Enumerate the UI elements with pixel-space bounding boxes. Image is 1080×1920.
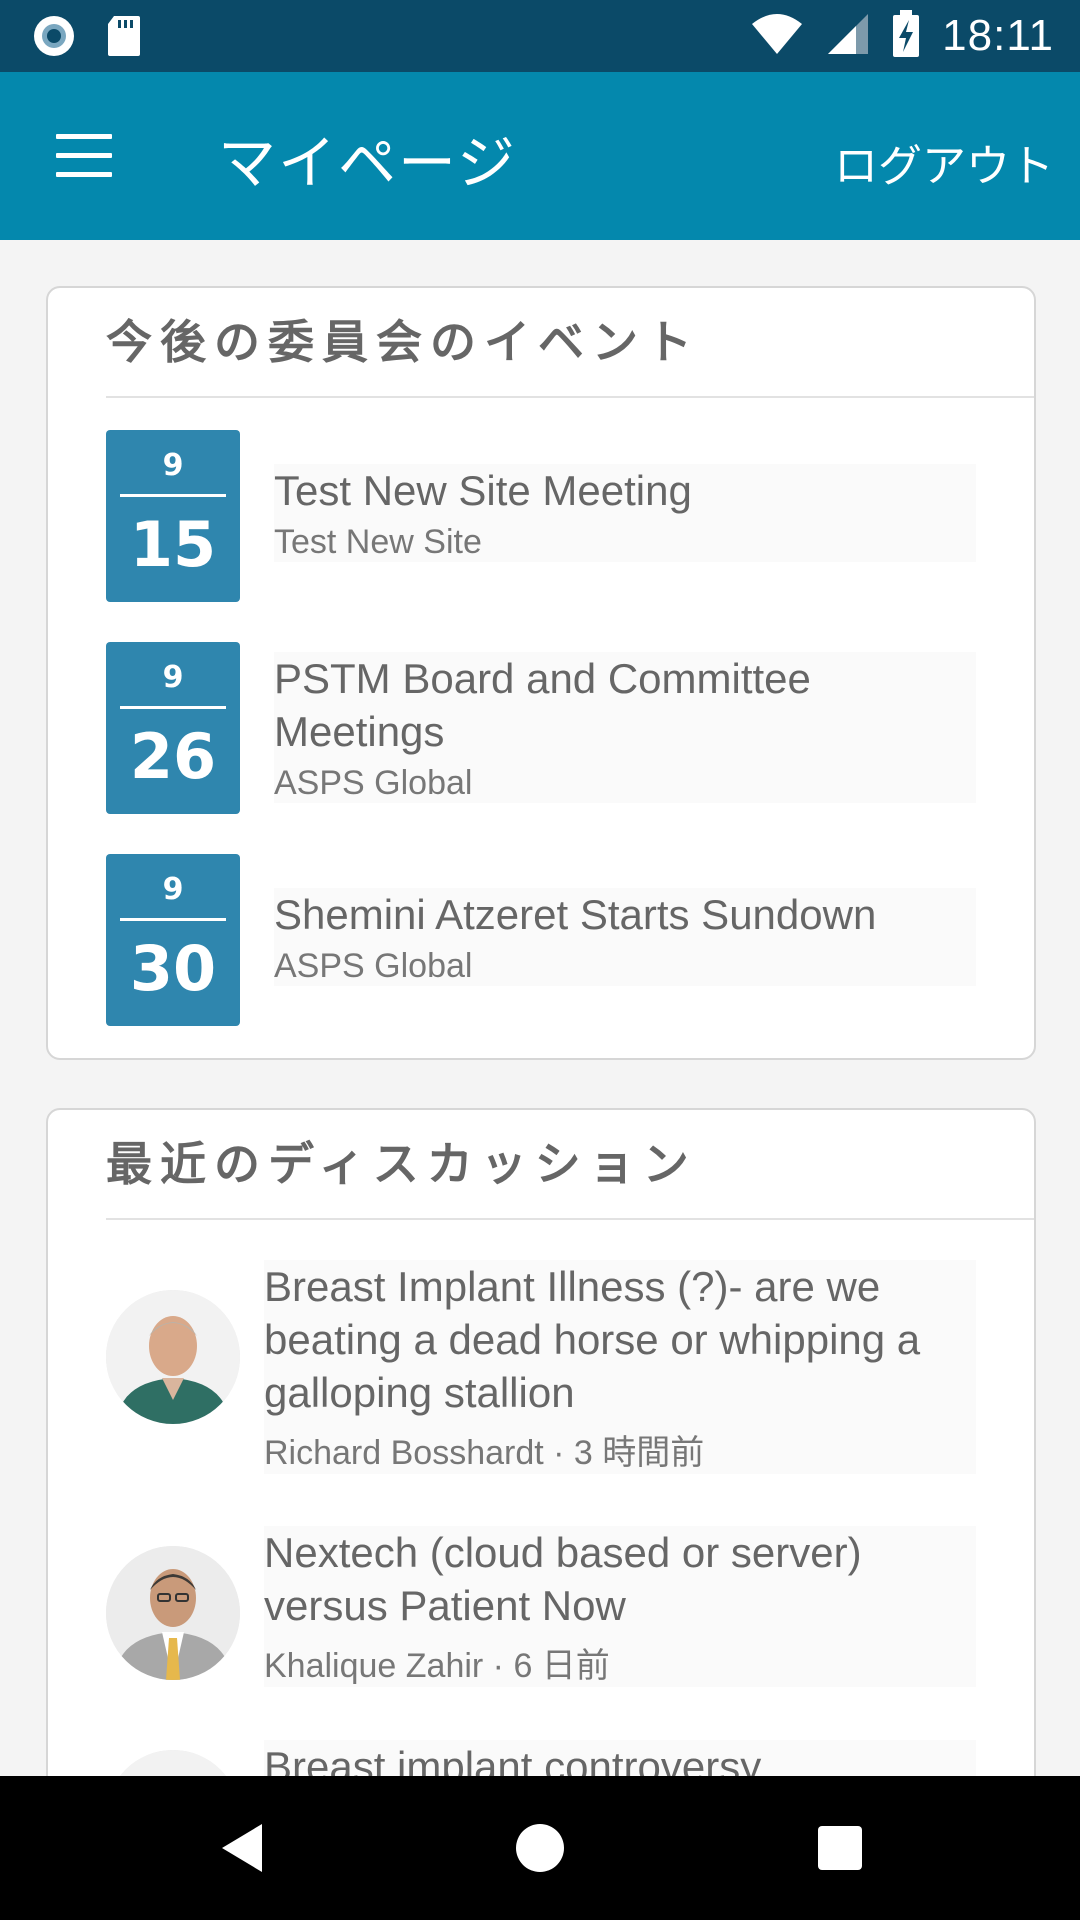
discussion-text: Nextech (cloud based or server) versus P… <box>264 1526 976 1687</box>
date-divider <box>120 494 226 497</box>
avatar <box>106 1750 240 1776</box>
event-title: Test New Site Meeting <box>274 467 692 514</box>
status-bar: 18:11 <box>0 0 1080 72</box>
discussion-title: Breast implant controversy <box>264 1743 762 1776</box>
main-content[interactable]: 今後の委員会のイベント 9 15 Test New Site Meeting T… <box>0 240 1080 1776</box>
avatar <box>106 1546 240 1680</box>
home-icon[interactable] <box>504 1812 576 1884</box>
event-date-box: 9 15 <box>106 430 240 602</box>
hamburger-menu-icon[interactable] <box>56 134 112 178</box>
discussion-item[interactable]: Breast implant controversy <box>106 1740 976 1776</box>
event-item[interactable]: 9 30 Shemini Atzeret Starts Sundown ASPS… <box>106 854 976 1026</box>
event-month: 9 <box>162 872 184 907</box>
event-date-box: 9 26 <box>106 642 240 814</box>
event-text: PSTM Board and Committee Meetings ASPS G… <box>274 652 976 803</box>
events-card: 今後の委員会のイベント 9 15 Test New Site Meeting T… <box>46 286 1036 1060</box>
signal-icon <box>826 12 870 60</box>
discussion-meta: Richard Bosshardt · 3 時間前 <box>264 1434 705 1472</box>
events-card-header: 今後の委員会のイベント <box>106 288 1034 398</box>
date-divider <box>120 918 226 921</box>
back-icon[interactable] <box>206 1812 278 1884</box>
event-item[interactable]: 9 15 Test New Site Meeting Test New Site <box>106 430 976 602</box>
event-title: Shemini Atzeret Starts Sundown <box>274 891 877 938</box>
page-title: マイページ <box>218 129 517 197</box>
event-text: Shemini Atzeret Starts Sundown ASPS Glob… <box>274 888 976 986</box>
discussion-title: Breast Implant Illness (?)- are we beati… <box>264 1263 921 1416</box>
event-month: 9 <box>162 660 184 695</box>
battery-charging-icon <box>892 10 920 62</box>
event-title: PSTM Board and Committee Meetings <box>274 655 811 755</box>
event-month: 9 <box>162 448 184 483</box>
discussion-text: Breast implant controversy <box>264 1740 976 1776</box>
event-day: 30 <box>129 932 217 1005</box>
event-subtitle: Test New Site <box>274 523 482 561</box>
avatar <box>106 1290 240 1424</box>
event-text: Test New Site Meeting Test New Site <box>274 464 976 562</box>
record-icon <box>32 14 76 62</box>
discussion-title: Nextech (cloud based or server) versus P… <box>264 1529 862 1629</box>
event-day: 26 <box>129 720 217 793</box>
wifi-icon <box>750 12 804 60</box>
event-subtitle: ASPS Global <box>274 947 473 985</box>
event-day: 15 <box>129 508 217 581</box>
discussions-card-header: 最近のディスカッション <box>106 1110 1034 1220</box>
clock-time: 18:11 <box>942 11 1054 60</box>
discussions-card: 最近のディスカッション Breast Implant Illness (?)- … <box>46 1108 1036 1776</box>
navigation-bar <box>0 1776 1080 1920</box>
recents-icon[interactable] <box>804 1812 876 1884</box>
discussion-text: Breast Implant Illness (?)- are we beati… <box>264 1260 976 1474</box>
discussion-item[interactable]: Nextech (cloud based or server) versus P… <box>106 1526 976 1696</box>
event-subtitle: ASPS Global <box>274 764 473 802</box>
logout-button[interactable]: ログアウト <box>834 130 1054 194</box>
date-divider <box>120 706 226 709</box>
sd-card-icon <box>106 14 142 62</box>
discussion-meta: Khalique Zahir · 6 日前 <box>264 1647 610 1685</box>
event-date-box: 9 30 <box>106 854 240 1026</box>
discussion-item[interactable]: Breast Implant Illness (?)- are we beati… <box>106 1260 976 1474</box>
event-item[interactable]: 9 26 PSTM Board and Committee Meetings A… <box>106 642 976 814</box>
app-bar: マイページ ログアウト <box>0 72 1080 240</box>
